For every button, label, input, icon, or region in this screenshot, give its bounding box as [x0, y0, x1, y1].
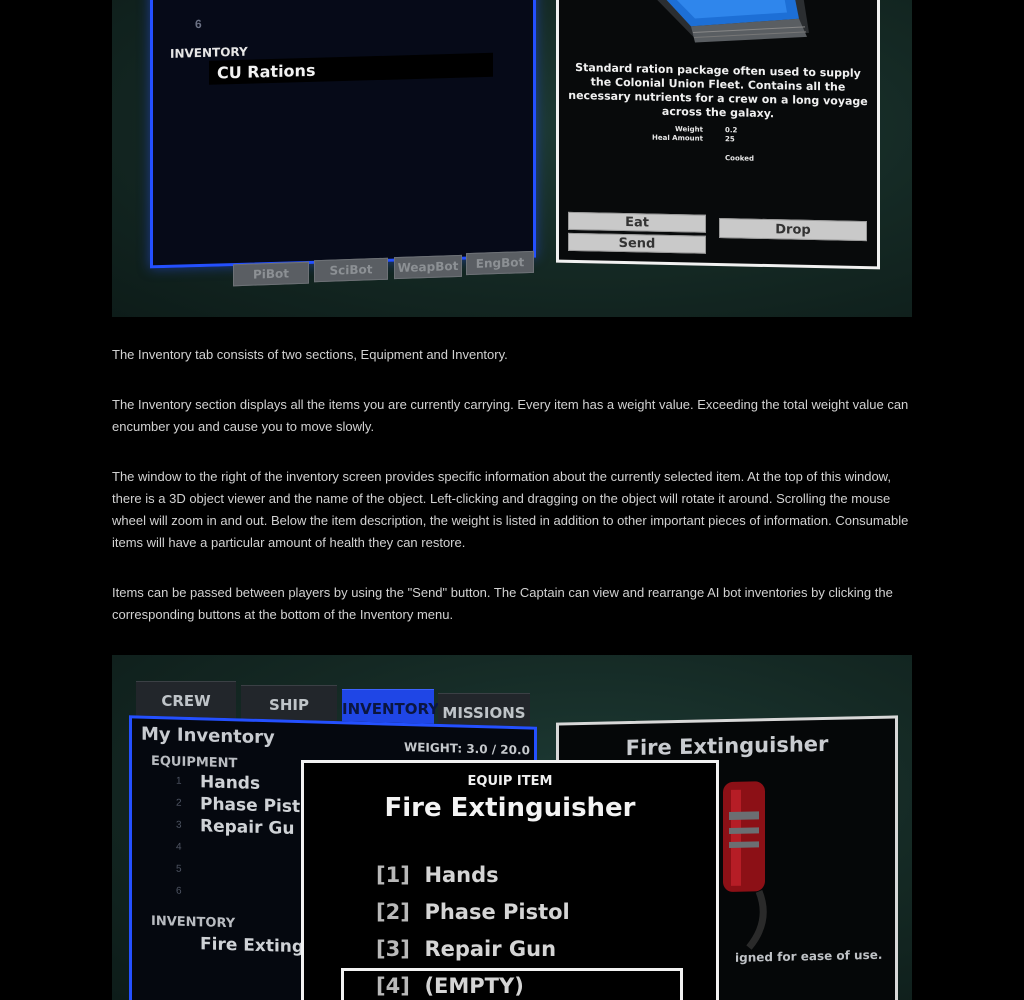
equip-option-1[interactable]: [1] Hands [376, 863, 499, 887]
item-3d-viewer[interactable] [599, 0, 839, 54]
item-stats: Weight 0.2 Heal Amount 25 Cooked [559, 123, 877, 163]
bot-button-engbot[interactable]: EngBot [466, 250, 534, 276]
ration-box-icon [657, 0, 809, 43]
paragraph-item-window: The window to the right of the inventory… [112, 469, 909, 550]
slot-number: 6 [176, 885, 182, 897]
option-key: [4] [376, 974, 410, 998]
slot-item-name: Phase Pist [200, 794, 301, 818]
tab-crew[interactable]: CREW [136, 681, 236, 720]
weight-display: WEIGHT: 3.0 / 20.0 [404, 740, 530, 758]
slot-item-name: Hands [200, 772, 261, 794]
option-key: [1] [376, 863, 410, 887]
bot-button-scibot[interactable]: SciBot [314, 257, 388, 283]
send-button[interactable]: Send [568, 232, 706, 254]
equip-option-4-text: [4] (EMPTY) [376, 974, 524, 998]
screenshot-inventory-detail: 6 INVENTORY CU Rations PiBot SciBot Weap… [112, 0, 912, 317]
slot-number: 1 [176, 775, 182, 787]
option-key: [3] [376, 937, 410, 961]
stat-label: Heal Amount [652, 133, 703, 143]
slot-number: 2 [176, 797, 182, 809]
inventory-item[interactable]: Fire Exting [200, 934, 304, 957]
item-description: igned for ease of use. [735, 947, 883, 965]
option-key: [2] [376, 900, 410, 924]
drop-button[interactable]: Drop [719, 218, 867, 242]
modal-title: Fire Extinguisher [384, 793, 636, 823]
paragraph-send-button: Items can be passed between players by u… [112, 585, 893, 622]
item-info-panel: Standard ration package often used to su… [556, 0, 880, 270]
item-title: Fire Extinguisher [625, 731, 829, 761]
option-label: (EMPTY) [424, 974, 524, 998]
equip-option-4[interactable]: [4] (EMPTY) [341, 968, 683, 1000]
weight-label: WEIGHT: [404, 739, 463, 756]
stat-value: 0.2 [725, 126, 738, 135]
slot-number: 3 [176, 819, 182, 831]
equipment-label: EQUIPMENT [151, 753, 238, 772]
option-label: Phase Pistol [424, 900, 570, 924]
modal-header: EQUIP ITEM [467, 774, 553, 789]
panel-title: My Inventory [141, 723, 275, 749]
stat-label: Weight [675, 125, 703, 134]
equip-option-2[interactable]: [2] Phase Pistol [376, 900, 570, 924]
equip-option-3[interactable]: [3] Repair Gun [376, 937, 556, 961]
bot-button-weapbot[interactable]: WeapBot [394, 254, 462, 280]
slot-number: 5 [176, 863, 182, 875]
weight-value: 3.0 / 20.0 [466, 741, 530, 758]
paragraph-inventory-section: The Inventory section displays all the i… [112, 397, 909, 434]
eat-button[interactable]: Eat [568, 211, 706, 233]
screenshot-equip-item: CREW SHIP INVENTORY MISSIONS My Inventor… [112, 655, 912, 1000]
item-3d-viewer[interactable] [709, 771, 789, 953]
fire-extinguisher-icon [723, 781, 767, 950]
item-status: Cooked [725, 154, 754, 163]
option-label: Repair Gun [424, 937, 557, 961]
bot-button-pibot[interactable]: PiBot [233, 261, 309, 287]
inventory-label: INVENTORY [151, 913, 236, 932]
stat-value: 25 [725, 135, 735, 144]
slot-number: 4 [176, 841, 182, 853]
equip-item-modal: EQUIP ITEM Fire Extinguisher [1] Hands [… [301, 760, 719, 1000]
paragraph-inventory-tab: The Inventory tab consists of two sectio… [112, 347, 508, 362]
slot-item-name: Repair Gu [200, 816, 295, 839]
option-label: Hands [424, 863, 499, 887]
item-description: Standard ration package often used to su… [568, 61, 868, 121]
